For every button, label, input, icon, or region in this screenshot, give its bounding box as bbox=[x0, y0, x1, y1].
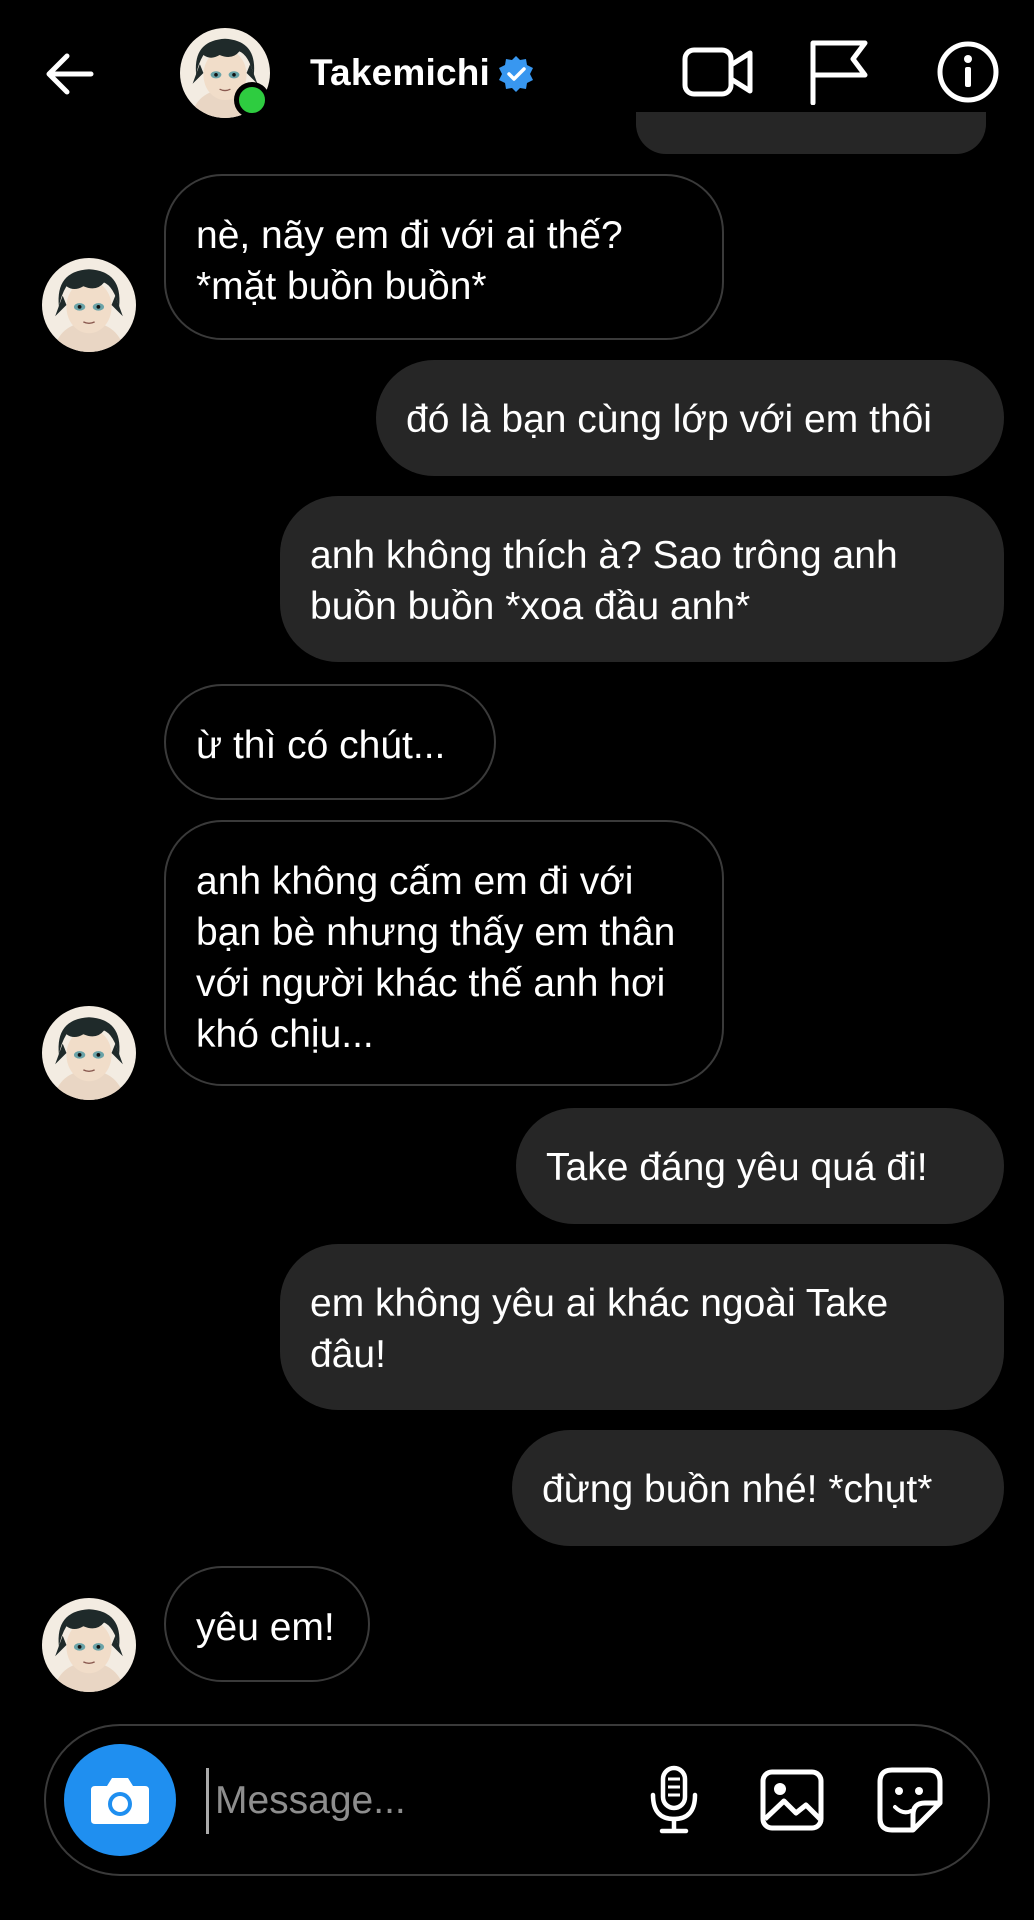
message-bubble-incoming[interactable]: anh không cấm em đi với bạn bè nhưng thấ… bbox=[164, 820, 724, 1086]
sticker-icon bbox=[877, 1767, 943, 1833]
camera-button[interactable] bbox=[64, 1744, 176, 1856]
previous-message-bubble bbox=[636, 112, 986, 154]
back-button[interactable] bbox=[40, 44, 100, 104]
sender-avatar[interactable] bbox=[42, 1598, 136, 1692]
message-input[interactable] bbox=[206, 1768, 617, 1834]
online-status-dot bbox=[234, 82, 270, 118]
report-button[interactable] bbox=[802, 34, 878, 110]
message-bubble-outgoing[interactable]: em không yêu ai khác ngoài Take đâu! bbox=[280, 1244, 1004, 1410]
sender-avatar[interactable] bbox=[42, 258, 136, 352]
message-bubble-outgoing[interactable]: anh không thích à? Sao trông anh buồn bu… bbox=[280, 496, 1004, 662]
back-arrow-icon bbox=[46, 53, 94, 95]
message-bubble-incoming[interactable]: ừ thì có chút... bbox=[164, 684, 496, 800]
sticker-button[interactable] bbox=[872, 1762, 948, 1838]
video-call-icon bbox=[682, 47, 753, 97]
message-bubble-outgoing[interactable]: Take đáng yêu quá đi! bbox=[516, 1108, 1004, 1224]
report-flag-icon bbox=[810, 40, 868, 105]
gallery-icon bbox=[760, 1769, 824, 1831]
sender-avatar[interactable] bbox=[42, 1006, 136, 1100]
message-bubble-incoming[interactable]: nè, nãy em đi với ai thế? *mặt buồn buồn… bbox=[164, 174, 724, 340]
microphone-icon bbox=[650, 1765, 698, 1834]
info-icon bbox=[937, 41, 999, 103]
contact-name[interactable]: Takemichi bbox=[310, 52, 490, 94]
message-bubble-incoming[interactable]: yêu em! bbox=[164, 1566, 370, 1682]
info-button[interactable] bbox=[930, 34, 1006, 110]
video-call-button[interactable] bbox=[680, 34, 756, 110]
message-bubble-outgoing[interactable]: đó là bạn cùng lớp với em thôi bbox=[376, 360, 1004, 476]
message-bubble-outgoing[interactable]: đừng buồn nhé! *chụt* bbox=[512, 1430, 1004, 1546]
voice-message-button[interactable] bbox=[636, 1762, 712, 1838]
camera-icon bbox=[91, 1778, 149, 1824]
gallery-button[interactable] bbox=[754, 1762, 830, 1838]
verified-badge-icon bbox=[499, 56, 533, 92]
